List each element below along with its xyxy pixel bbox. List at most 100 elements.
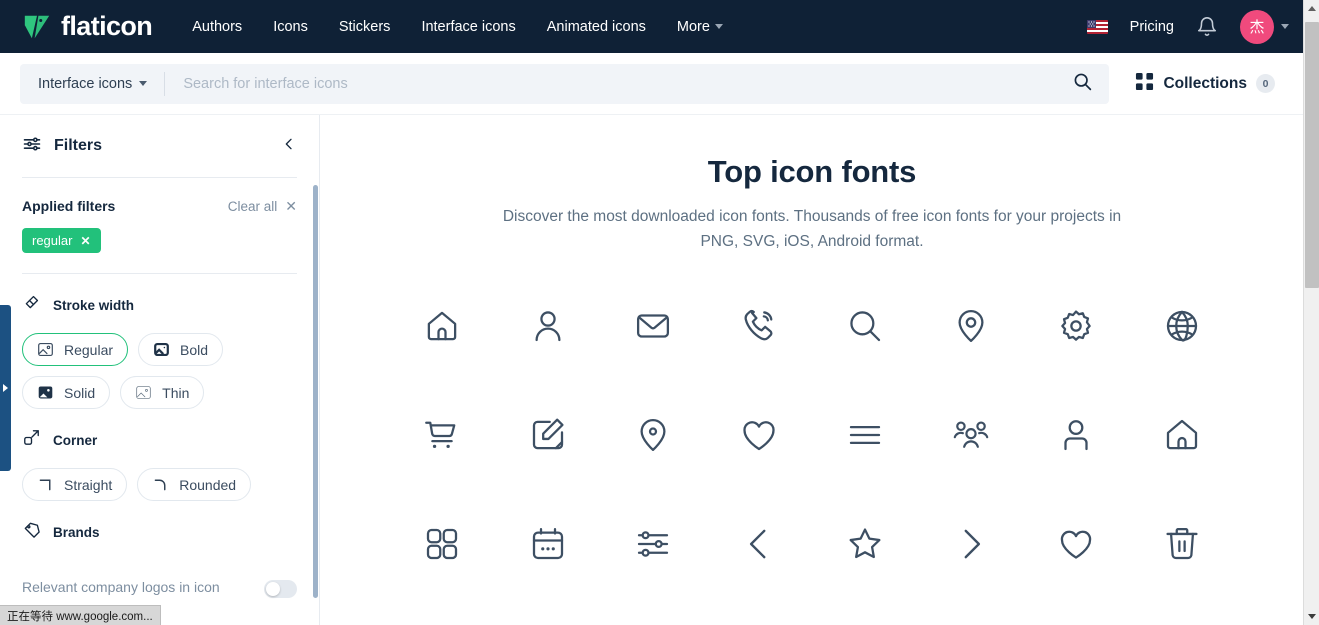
- side-panel-handle[interactable]: [0, 305, 11, 471]
- gear-icon[interactable]: [1024, 300, 1130, 352]
- search-category-label: Interface icons: [38, 75, 133, 92]
- location-pin-filled-dot-icon[interactable]: [601, 409, 707, 461]
- corner-option-straight[interactable]: Straight: [22, 468, 128, 501]
- heart-alt-icon[interactable]: [1024, 518, 1130, 570]
- star-icon[interactable]: [812, 518, 918, 570]
- location-pin-icon[interactable]: [918, 300, 1024, 352]
- scroll-down-button[interactable]: [1304, 608, 1319, 625]
- envelope-icon[interactable]: [601, 300, 707, 352]
- nav-link-icons[interactable]: Icons: [273, 19, 308, 35]
- stroke-option-label: Thin: [162, 384, 190, 401]
- corner-option-label: Rounded: [179, 476, 237, 493]
- stroke-width-icon: [22, 293, 41, 317]
- corner-option-rounded[interactable]: Rounded: [137, 468, 252, 501]
- heart-icon[interactable]: [706, 409, 812, 461]
- bell-icon[interactable]: [1196, 16, 1218, 38]
- image-outline-icon: [37, 341, 54, 358]
- applied-filters-title: Applied filters: [22, 198, 116, 214]
- corner-straight-icon: [37, 476, 54, 493]
- user-menu[interactable]: 杰: [1240, 9, 1289, 44]
- filters-sidebar: Filters Applied filters Clear all ✕ regu…: [0, 115, 320, 625]
- collections-button[interactable]: Collections 0: [1109, 72, 1289, 96]
- filter-group-corner: Corner Straight Rounded: [0, 409, 319, 501]
- image-thin-icon: [135, 384, 152, 401]
- grid-four-icon[interactable]: [389, 518, 495, 570]
- nav-link-authors[interactable]: Authors: [192, 19, 242, 35]
- stroke-option-bold[interactable]: Bold: [138, 333, 224, 366]
- icon-results-grid: [321, 300, 1303, 570]
- expand-arrow-icon: [3, 384, 8, 392]
- nav-link-stickers[interactable]: Stickers: [339, 19, 391, 35]
- nav-more-label: More: [676, 18, 710, 35]
- brands-toggle[interactable]: [264, 580, 297, 598]
- edit-square-icon[interactable]: [495, 409, 601, 461]
- image-bold-icon: [153, 341, 170, 358]
- stroke-option-regular[interactable]: Regular: [22, 333, 129, 366]
- clear-all-label: Clear all: [227, 198, 278, 214]
- nav-right-cluster: Pricing 杰: [1086, 9, 1289, 44]
- us-flag-icon[interactable]: [1086, 19, 1108, 34]
- pricing-link[interactable]: Pricing: [1130, 19, 1174, 35]
- brand-name: flaticon: [61, 11, 153, 41]
- globe-icon[interactable]: [1129, 300, 1235, 352]
- nav-link-animated-icons[interactable]: Animated icons: [547, 19, 646, 35]
- filter-chip-regular[interactable]: regular ✕: [22, 228, 101, 253]
- avatar[interactable]: 杰: [1240, 9, 1274, 44]
- corner-rounded-icon: [152, 476, 169, 493]
- nav-link-interface-icons[interactable]: Interface icons: [421, 19, 515, 35]
- search-submit-button[interactable]: [1061, 67, 1103, 101]
- brand-logo[interactable]: flaticon: [22, 11, 153, 42]
- collections-label: Collections: [1163, 74, 1247, 92]
- chevron-down-icon: [1281, 24, 1289, 29]
- users-group-icon[interactable]: [918, 409, 1024, 461]
- page-title: Top icon fonts: [707, 154, 917, 189]
- toggle-knob: [266, 582, 280, 596]
- chevron-down-icon: [139, 81, 148, 86]
- nav-link-more[interactable]: More: [677, 19, 723, 35]
- user-icon[interactable]: [495, 300, 601, 352]
- search-bar: Interface icons Co: [0, 53, 1303, 115]
- tag-icon: [22, 520, 41, 544]
- home-icon[interactable]: [389, 300, 495, 352]
- browser-vertical-scrollbar[interactable]: [1303, 0, 1319, 625]
- home-alt-icon[interactable]: [1129, 409, 1235, 461]
- stroke-width-header: Stroke width: [22, 293, 297, 317]
- search-shell: Interface icons: [20, 63, 1110, 104]
- search-icon[interactable]: [812, 300, 918, 352]
- stroke-option-label: Regular: [64, 341, 114, 358]
- sliders-icon[interactable]: [601, 518, 707, 570]
- applied-filters-header: Applied filters Clear all ✕: [22, 178, 297, 214]
- calendar-icon[interactable]: [495, 518, 601, 570]
- stroke-option-label: Solid: [64, 384, 96, 401]
- browser-status-bar: 正在等待 www.google.com...: [0, 605, 161, 625]
- main-content: Top icon fonts Discover the most downloa…: [321, 115, 1303, 625]
- page-subtitle: Discover the most downloaded icon fonts.…: [502, 208, 1122, 251]
- search-category-dropdown[interactable]: Interface icons: [20, 71, 166, 96]
- scrollbar-thumb[interactable]: [1305, 22, 1319, 288]
- sidebar-scrollbar[interactable]: [313, 185, 318, 598]
- filters-title: Filters: [54, 137, 103, 154]
- filters-sliders-icon: [22, 134, 42, 159]
- scroll-up-button[interactable]: [1304, 0, 1319, 17]
- brands-title: Brands: [53, 524, 100, 540]
- chevron-right-icon[interactable]: [918, 518, 1024, 570]
- shopping-cart-icon[interactable]: [389, 409, 495, 461]
- search-input[interactable]: [165, 75, 1062, 92]
- sidebar-collapse-button[interactable]: [281, 136, 297, 157]
- user-square-icon[interactable]: [1024, 409, 1130, 461]
- corner-header: Corner: [22, 428, 297, 452]
- chevron-down-icon: [714, 24, 723, 29]
- trash-icon[interactable]: [1129, 518, 1235, 570]
- stroke-option-thin[interactable]: Thin: [120, 376, 205, 409]
- flaticon-logo-icon: [22, 12, 52, 42]
- stroke-option-solid[interactable]: Solid: [22, 376, 111, 409]
- hamburger-menu-icon[interactable]: [812, 409, 918, 461]
- phone-ringing-icon[interactable]: [706, 300, 812, 352]
- clear-all-button[interactable]: Clear all ✕: [228, 199, 297, 214]
- sidebar-header-wrap: Filters: [0, 115, 319, 177]
- corner-option-label: Straight: [64, 476, 113, 493]
- chevron-left-icon[interactable]: [706, 518, 812, 570]
- stroke-option-label: Bold: [180, 341, 209, 358]
- close-icon[interactable]: ✕: [80, 234, 90, 248]
- stroke-width-title: Stroke width: [53, 297, 135, 313]
